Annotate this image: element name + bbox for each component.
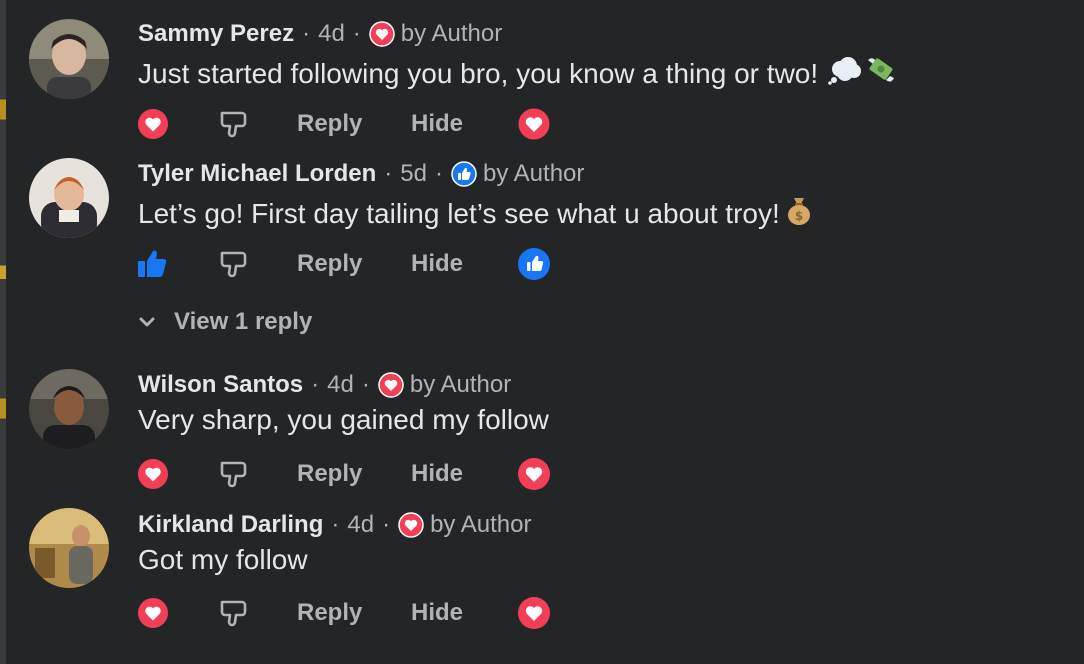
reply-button[interactable]: Reply bbox=[297, 593, 362, 633]
hide-button[interactable]: Hide bbox=[411, 454, 463, 494]
comment-body: Got my follow bbox=[138, 544, 308, 575]
by-author-label: by Author bbox=[409, 371, 512, 398]
reply-button[interactable]: Reply bbox=[297, 454, 362, 494]
svg-text:$: $ bbox=[795, 209, 803, 223]
dislike-button[interactable] bbox=[218, 593, 250, 633]
separator-dot: · bbox=[384, 160, 393, 187]
reply-button[interactable]: Reply bbox=[297, 104, 362, 144]
author-reaction-like-icon bbox=[517, 244, 551, 284]
by-author-label: by Author bbox=[430, 511, 532, 538]
by-author-label: by Author bbox=[400, 20, 503, 47]
dislike-button[interactable] bbox=[218, 454, 250, 494]
dislike-button[interactable] bbox=[218, 104, 250, 144]
author-name[interactable]: Tyler Michael Lorden bbox=[138, 160, 376, 188]
by-author-label: by Author bbox=[482, 160, 585, 187]
like-icon bbox=[451, 161, 477, 187]
author-reaction-love-icon bbox=[517, 593, 551, 633]
separator-dot: · bbox=[361, 371, 370, 398]
separator-dot: · bbox=[352, 20, 361, 47]
money-with-wings-icon bbox=[864, 54, 898, 93]
separator-dot: · bbox=[331, 511, 340, 538]
love-react-button[interactable] bbox=[137, 454, 169, 494]
comment-actions: Reply Hide bbox=[0, 244, 1084, 284]
view-replies-button[interactable]: View 1 reply bbox=[138, 308, 312, 336]
comment-text: Got my follow bbox=[138, 544, 308, 576]
timestamp[interactable]: 4d bbox=[318, 20, 345, 48]
separator-dot: · bbox=[434, 160, 443, 187]
reply-button[interactable]: Reply bbox=[297, 244, 362, 284]
comment-meta: Sammy Perez · 4d · by Author bbox=[138, 20, 502, 48]
avatar[interactable] bbox=[29, 158, 109, 238]
comment-body: Very sharp, you gained my follow bbox=[138, 404, 549, 435]
timestamp[interactable]: 4d bbox=[347, 511, 374, 539]
author-name[interactable]: Kirkland Darling bbox=[138, 511, 323, 539]
dislike-button[interactable] bbox=[218, 244, 250, 284]
hide-button[interactable]: Hide bbox=[411, 244, 463, 284]
love-react-button[interactable] bbox=[137, 593, 169, 633]
money-bag-icon: $ bbox=[784, 194, 814, 233]
like-react-button[interactable] bbox=[136, 244, 170, 284]
comment-text: Just started following you bro, you know… bbox=[138, 54, 898, 93]
author-reaction-love-icon bbox=[517, 454, 551, 494]
love-icon bbox=[369, 21, 395, 47]
comment-meta: Tyler Michael Lorden · 5d · by Author bbox=[138, 160, 584, 188]
view-replies-label: View 1 reply bbox=[174, 308, 313, 335]
comment-text: Let’s go! First day tailing let’s see wh… bbox=[138, 194, 814, 233]
left-edge-strip bbox=[0, 0, 6, 664]
avatar[interactable] bbox=[29, 508, 109, 588]
avatar[interactable] bbox=[29, 369, 109, 449]
avatar[interactable] bbox=[29, 19, 109, 99]
separator-dot: · bbox=[302, 20, 311, 47]
hide-button[interactable]: Hide bbox=[411, 593, 463, 633]
author-name[interactable]: Sammy Perez bbox=[138, 20, 294, 48]
comment-meta: Kirkland Darling · 4d · by Author bbox=[138, 511, 531, 539]
author-reaction-love-icon bbox=[517, 104, 551, 144]
love-icon bbox=[378, 372, 404, 398]
comment-actions: Reply Hide bbox=[0, 454, 1084, 494]
timestamp[interactable]: 4d bbox=[327, 371, 354, 399]
separator-dot: · bbox=[311, 371, 320, 398]
author-name[interactable]: Wilson Santos bbox=[138, 371, 303, 399]
comment-meta: Wilson Santos · 4d · by Author bbox=[138, 371, 511, 399]
chevron-down-icon bbox=[139, 317, 155, 327]
comment-actions: Reply Hide bbox=[0, 104, 1084, 144]
comment-actions: Reply Hide bbox=[0, 593, 1084, 633]
love-react-button[interactable] bbox=[137, 104, 169, 144]
timestamp[interactable]: 5d bbox=[400, 160, 427, 188]
thought-bubble-icon bbox=[828, 55, 862, 92]
love-icon bbox=[398, 512, 424, 538]
comment-body: Let’s go! First day tailing let’s see wh… bbox=[138, 197, 780, 229]
comment-text: Very sharp, you gained my follow bbox=[138, 404, 549, 436]
separator-dot: · bbox=[382, 511, 391, 538]
comment-body: Just started following you bro, you know… bbox=[138, 57, 819, 89]
hide-button[interactable]: Hide bbox=[411, 104, 463, 144]
